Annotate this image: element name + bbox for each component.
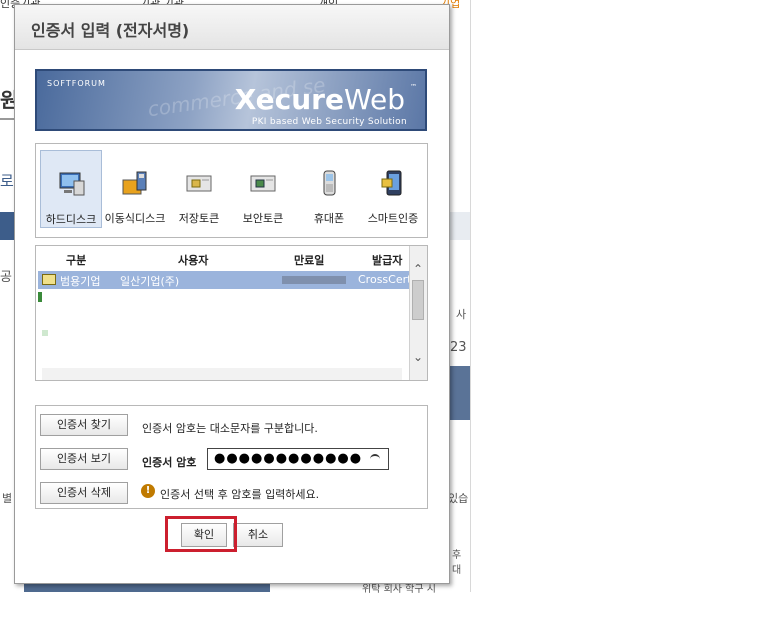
hard-disk-icon — [59, 172, 85, 196]
certificate-list-scrollbar[interactable]: ⌃ ⌄ — [409, 246, 427, 380]
column-header-type[interactable]: 구분 — [66, 252, 86, 268]
storage-token-icon — [186, 175, 212, 192]
dialog-title-bar[interactable]: 인증서 입력 (전자서명) — [15, 5, 449, 50]
column-header-user[interactable]: 사용자 — [178, 252, 208, 268]
storage-hard-disk[interactable]: 하드디스크 — [40, 150, 102, 228]
redaction-edge — [38, 292, 42, 302]
redaction-edge — [42, 330, 48, 336]
scroll-thumb[interactable] — [412, 280, 424, 320]
password-section: 인증서 찾기 인증서 보기 인증서 삭제 인증서 암호는 대소문자를 구분합니다… — [35, 405, 428, 509]
banner-tagline: PKI based Web Security Solution — [251, 117, 407, 127]
case-sensitivity-notice: 인증서 암호는 대소문자를 구분합니다. — [142, 422, 318, 435]
dialog-title: 인증서 입력 (전자서명) — [31, 21, 190, 40]
certificate-list-header: 구분 사용자 만료일 발급자 — [36, 246, 412, 270]
storage-label: 하드디스크 — [45, 213, 97, 226]
softforum-logo: SOFTFORUM — [47, 79, 106, 88]
storage-label: 보안토큰 — [242, 212, 284, 225]
mobile-phone-icon — [323, 170, 336, 196]
show-password-icon[interactable] — [370, 454, 380, 462]
scroll-down-icon[interactable]: ⌄ — [412, 350, 424, 364]
column-header-issuer[interactable]: 발급자 — [372, 252, 402, 268]
warning-icon: ! — [141, 484, 155, 498]
bg-fragment: 별 — [2, 492, 13, 505]
xecureweb-logo: XecureWeb — [235, 83, 405, 116]
storage-label: 스마트인증 — [367, 212, 419, 225]
bg-bar — [448, 366, 470, 420]
storage-smart-auth[interactable]: 스마트인증 — [362, 150, 424, 228]
trademark-mark: ™ — [410, 83, 417, 91]
find-certificate-button[interactable]: 인증서 찾기 — [40, 414, 128, 436]
password-value: ●●●●●●●●●●●● — [214, 451, 363, 466]
bg-fragment: 공 — [0, 270, 12, 285]
password-hint: 인증서 선택 후 암호를 입력하세요. — [160, 488, 320, 501]
password-input[interactable]: ●●●●●●●●●●●● — [207, 448, 389, 470]
redaction-edge — [42, 368, 402, 380]
bg-bar — [0, 212, 14, 240]
bg-fragment: 사 — [456, 308, 467, 321]
security-token-icon — [250, 175, 276, 192]
storage-selector: 하드디스크 이동식디스크 저장토큰 보안토큰 휴대폰 스마트인증 — [35, 143, 428, 238]
storage-label: 이동식디스크 — [104, 212, 166, 225]
bg-fragment: 23 — [450, 340, 467, 355]
storage-mobile-phone[interactable]: 휴대폰 — [298, 150, 360, 228]
certificate-dialog: 인증서 입력 (전자서명) commerce and se SOFTFORUM … — [14, 4, 450, 584]
bg-fragment: 후대 — [452, 550, 462, 576]
smart-auth-icon — [381, 170, 402, 196]
certificate-row-selected[interactable]: 범용기업 일산기업(주) CrossCertC — [38, 271, 419, 289]
ok-button-highlight — [165, 516, 237, 552]
brand-bold: Xecure — [234, 83, 344, 116]
bg-fragment: 로 — [0, 172, 14, 190]
cert-type: 범용기업 — [60, 275, 101, 288]
bg-divider — [0, 118, 14, 120]
cancel-button[interactable]: 취소 — [233, 523, 283, 547]
cert-user: 일산기업(주) — [120, 275, 180, 288]
view-certificate-button[interactable]: 인증서 보기 — [40, 448, 128, 470]
storage-save-token[interactable]: 저장토큰 — [168, 150, 230, 228]
bg-tab — [448, 212, 470, 240]
bg-fragment: 있습 — [448, 492, 469, 505]
scroll-up-icon[interactable]: ⌃ — [412, 262, 424, 276]
removable-disk-icon — [122, 171, 147, 195]
redacted-rows — [38, 290, 412, 380]
storage-removable-disk[interactable]: 이동식디스크 — [104, 150, 166, 228]
storage-label: 저장토큰 — [178, 212, 220, 225]
storage-label: 휴대폰 — [313, 212, 345, 225]
storage-security-token[interactable]: 보안토큰 — [232, 150, 294, 228]
xecureweb-banner: commerce and se SOFTFORUM XecureWeb ™ PK… — [35, 69, 427, 131]
delete-certificate-button[interactable]: 인증서 삭제 — [40, 482, 128, 504]
column-header-expiry[interactable]: 만료일 — [294, 252, 324, 268]
brand-thin: Web — [343, 83, 405, 116]
cert-expiry-redacted — [282, 276, 346, 284]
certificate-list: 구분 사용자 만료일 발급자 범용기업 일산기업(주) CrossCertC ⌃… — [35, 245, 428, 381]
certificate-icon — [42, 274, 56, 285]
password-label: 인증서 암호 — [142, 456, 197, 469]
